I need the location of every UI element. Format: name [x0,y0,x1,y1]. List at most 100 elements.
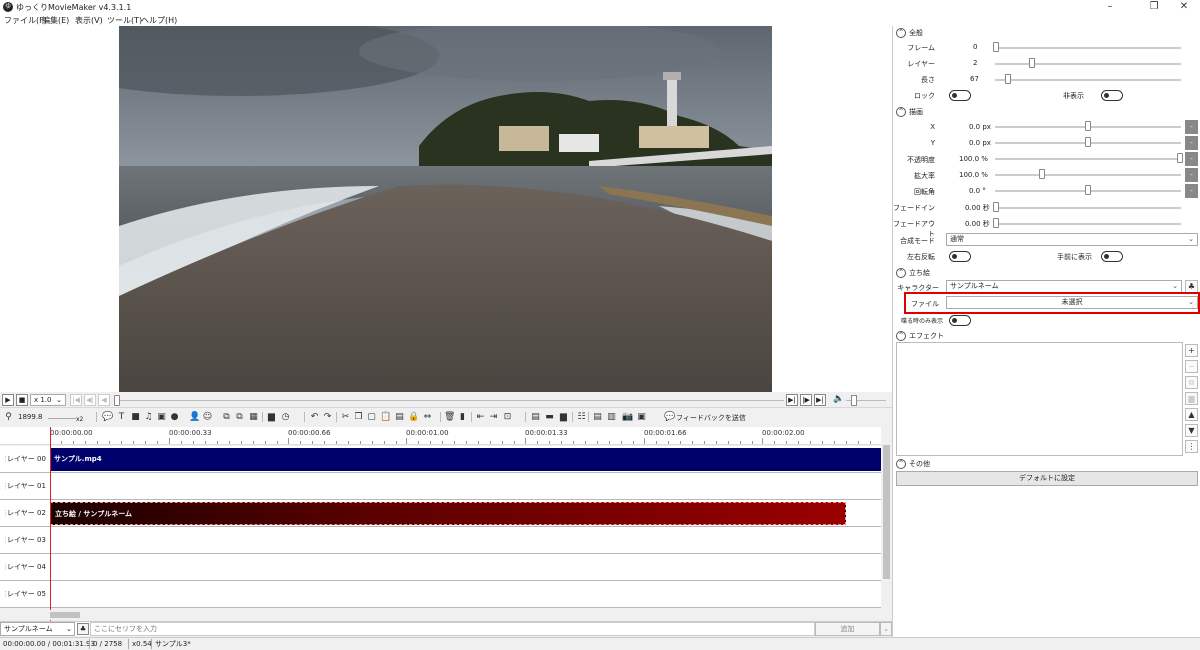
add-effect-icon[interactable]: + [1185,344,1198,357]
frame-value[interactable]: 0 [973,43,977,51]
split-left-icon[interactable]: ⇤ [475,411,486,423]
section-drawing-header[interactable]: ^ 描画 [896,107,923,117]
camera-icon[interactable]: 📷 [622,411,633,423]
seek-thumb[interactable] [114,395,120,406]
layer-row-00[interactable]: サンプル.mp4 [50,446,881,473]
add-options-dropdown[interactable]: ⌄ [880,622,892,636]
arrow-double-icon[interactable]: ⇔ [422,411,433,423]
paste-item-icon[interactable]: ⧉ [234,411,245,423]
settings-icon[interactable]: ☷ [576,411,587,423]
layer-slider[interactable] [995,63,1181,65]
collapse-icon[interactable]: ^ [896,28,906,38]
video-clip[interactable]: サンプル.mp4 [50,448,881,471]
next-frame-icon[interactable]: |▶ [800,394,812,406]
character-settings-icon[interactable]: ♣ [77,623,89,635]
timeline-horizontal-scrollbar[interactable] [50,610,881,620]
drag-handle-icon[interactable]: ⋮ [2,554,9,581]
fadein-slider-thumb[interactable] [993,202,999,212]
opacity-more-button[interactable]: - [1185,152,1198,166]
layer-row-01[interactable] [50,473,881,500]
lock-icon[interactable]: 🔒 [408,411,419,423]
fadein-value[interactable]: 0.00 秒 [965,203,990,213]
layer-row-04[interactable] [50,554,881,581]
grid-icon[interactable]: ▦ [248,411,259,423]
opacity-value[interactable]: 100.0 % [959,155,988,163]
face-icon[interactable]: ☺ [202,411,213,423]
group-icon[interactable]: ▤ [394,411,405,423]
menu-tools[interactable]: ツール(T) [107,15,142,26]
collapse-icon[interactable]: ^ [896,107,906,117]
rotation-slider-thumb[interactable] [1085,185,1091,195]
volume-thumb[interactable] [851,395,857,406]
y-value[interactable]: 0.0 px [969,139,991,147]
undo-icon[interactable]: ↶ [309,411,320,423]
export-image-icon[interactable]: ▥ [606,411,617,423]
volume-icon[interactable]: 🔈 [833,394,844,404]
split-right-icon[interactable]: ⇥ [488,411,499,423]
character-select[interactable]: サンプルネーム ⌄ [0,622,75,636]
speech-icon[interactable]: 💬 [102,411,113,423]
copy-effect-icon[interactable]: ⧉ [1185,376,1198,389]
play-button[interactable]: ▶ [2,394,14,406]
scale-value[interactable]: 100.0 % [959,171,988,179]
step-back-icon[interactable]: ◀ [98,394,110,406]
move-up-icon[interactable]: ▲ [1185,408,1198,421]
video-preview[interactable] [119,26,772,392]
front-toggle[interactable] [1101,251,1123,262]
rotation-value[interactable]: 0.0 ° [969,187,986,195]
effect-list[interactable] [896,342,1183,456]
close-button[interactable]: ✕ [1166,0,1200,14]
clock-icon[interactable]: ◷ [280,411,291,423]
layer-label-02[interactable]: ⋮ レイヤー 02 [0,500,50,527]
drag-handle-icon[interactable]: ⋮ [2,473,9,500]
layer-label-00[interactable]: ⋮ レイヤー 00 [0,446,50,473]
image-icon[interactable]: ▣ [156,411,167,423]
timeline-vertical-scrollbar[interactable] [881,427,892,621]
scroll-thumb[interactable] [883,445,890,579]
collapse-icon[interactable]: ^ [896,331,906,341]
fadeout-slider-thumb[interactable] [993,218,999,228]
stop-button[interactable]: ■ [16,394,28,406]
copy-item-icon[interactable]: ⧉ [221,411,232,423]
y-more-button[interactable]: - [1185,136,1198,150]
paste-icon[interactable]: 📋 [380,411,391,423]
delete-icon[interactable]: 🗑 [444,411,455,423]
fadeout-value[interactable]: 0.00 秒 [965,219,990,229]
redo-icon[interactable]: ↷ [322,411,333,423]
save-effect-icon[interactable]: ▆ [1185,392,1198,405]
rotation-more-button[interactable]: - [1185,184,1198,198]
audio-icon[interactable]: ♫ [143,411,154,423]
flip-toggle[interactable] [949,251,971,262]
open-folder-icon[interactable]: ▬ [544,411,555,423]
zoom-multiplier[interactable]: x2 [76,416,83,423]
opacity-slider[interactable] [995,158,1181,160]
menu-view[interactable]: 表示(V) [75,15,103,26]
drag-handle-icon[interactable]: ⋮ [2,500,9,527]
text-icon[interactable]: T [116,411,127,423]
zoom-slider[interactable] [48,418,76,419]
scale-slider-thumb[interactable] [1039,169,1045,179]
menu-edit[interactable]: 編集(E) [42,15,69,26]
frame-slider[interactable] [995,47,1181,49]
section-general-header[interactable]: ^ 全般 [896,28,923,38]
opacity-slider-thumb[interactable] [1177,153,1183,163]
skip-start-icon[interactable]: |◀ [70,394,82,406]
section-tachie-header[interactable]: ^ 立ち絵 [896,268,930,278]
x-value[interactable]: 0.0 px [969,123,991,131]
layer-label-01[interactable]: ⋮ レイヤー 01 [0,473,50,500]
save-file-icon[interactable]: ▆ [558,411,569,423]
save-icon[interactable]: ▆ [266,411,277,423]
snapshot-icon[interactable]: ▣ [636,411,647,423]
frame-slider-thumb[interactable] [993,42,999,52]
character-icon[interactable]: 👤 [189,411,200,423]
timeline-ruler[interactable]: 00:00:00.00 00:00:00.33 00:00:00.66 00:0… [0,427,882,445]
layer-slider-thumb[interactable] [1029,58,1035,68]
export-icon[interactable]: ▤ [592,411,603,423]
menu-help[interactable]: ヘルプ(H) [141,15,177,26]
layer-row-03[interactable] [50,527,881,554]
scale-more-button[interactable]: - [1185,168,1198,182]
section-effect-header[interactable]: ^ エフェクト [896,331,944,341]
skip-end-icon[interactable]: ▶| [814,394,826,406]
tachie-file-select[interactable]: 未選択 ⌄ [946,296,1198,309]
length-value[interactable]: 67 [970,75,979,83]
